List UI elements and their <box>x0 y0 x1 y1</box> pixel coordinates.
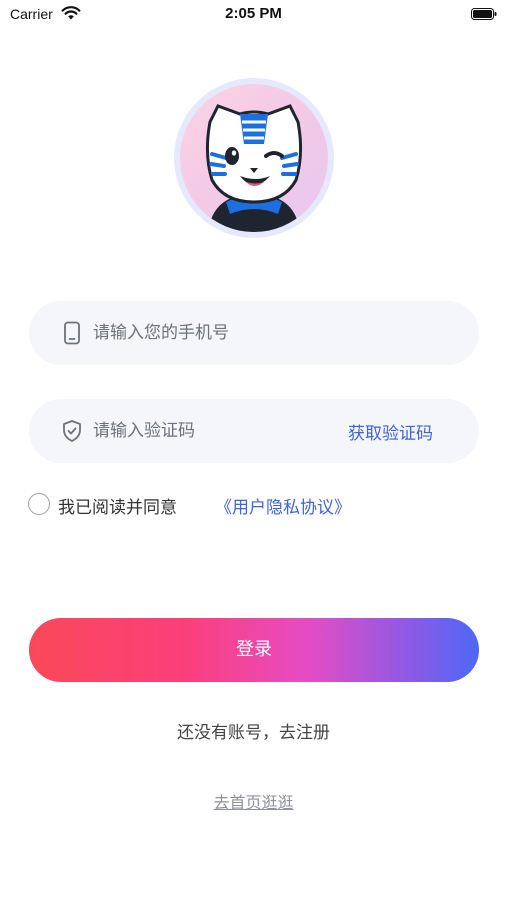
register-link[interactable]: 还没有账号，去注册 <box>0 718 507 743</box>
code-field: 获取验证码 <box>29 399 479 463</box>
get-code-button[interactable]: 获取验证码 <box>348 419 433 444</box>
phone-icon <box>64 321 80 345</box>
phone-field <box>29 301 479 365</box>
login-button[interactable]: 登录 <box>29 618 479 682</box>
tiger-mascot-avatar <box>205 104 303 232</box>
home-link-row: 去首页逛逛 <box>0 789 507 813</box>
code-input[interactable] <box>93 399 373 463</box>
agreement-text: 我已阅读并同意 <box>58 498 177 518</box>
status-bar: Carrier 2:05 PM <box>0 0 507 28</box>
login-screen: Carrier 2:05 PM 请输入您的手机号 请输入验证码 获取验证码 我已… <box>0 0 507 900</box>
avatar <box>174 78 334 238</box>
phone-input[interactable] <box>93 301 373 365</box>
privacy-policy-link[interactable]: 《用户隐私协议》 <box>215 493 351 518</box>
avatar-image <box>180 84 328 232</box>
shield-icon <box>63 420 81 442</box>
agreement-checkbox[interactable] <box>28 493 50 515</box>
battery-icon <box>471 8 497 20</box>
status-time: 2:05 PM <box>225 5 282 22</box>
browse-home-link[interactable]: 去首页逛逛 <box>213 793 293 812</box>
